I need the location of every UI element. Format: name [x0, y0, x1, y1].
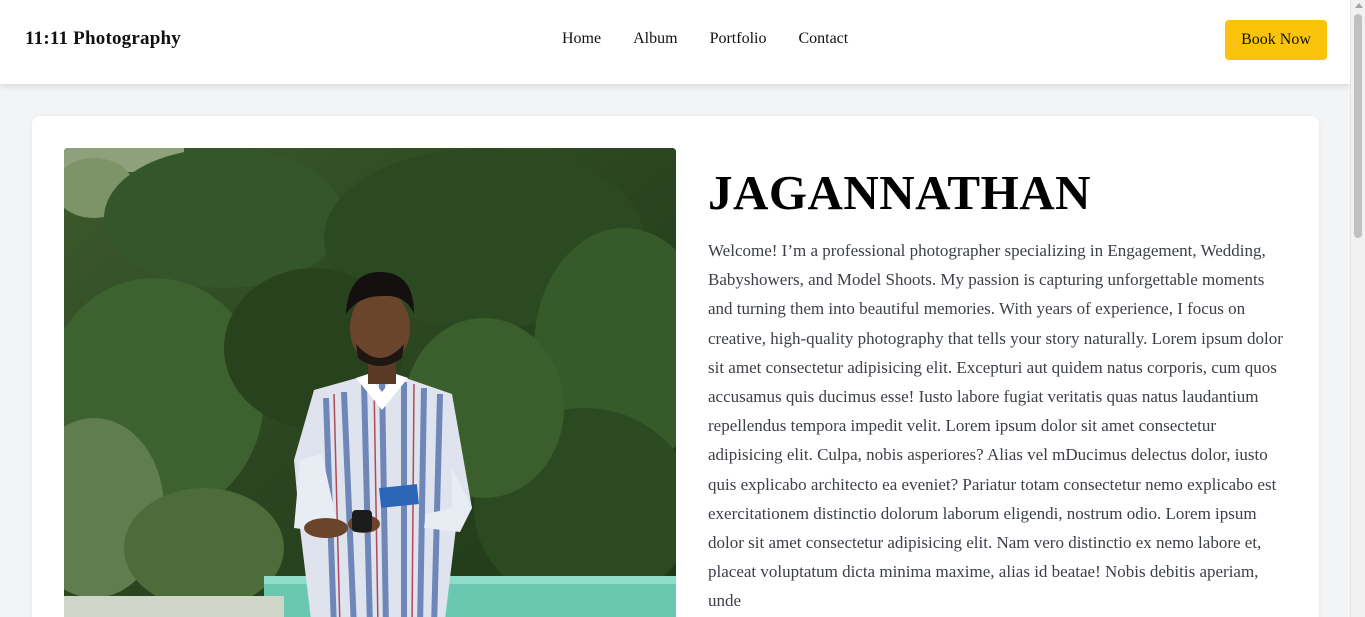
scroll-up-arrow-icon[interactable] — [1355, 3, 1363, 8]
book-now-button[interactable]: Book Now — [1225, 20, 1327, 60]
brand-logo-text[interactable]: 11:11 Photography — [25, 28, 181, 50]
page-scrollbar[interactable] — [1350, 0, 1365, 617]
nav-link-album[interactable]: Album — [633, 30, 677, 48]
profile-bio: Welcome! I’m a professional photographer… — [708, 241, 1283, 611]
nav-link-portfolio[interactable]: Portfolio — [710, 30, 767, 48]
profile-name: JAGANNATHAN — [708, 165, 1091, 220]
site-header: 11:11 Photography Home Album Portfolio C… — [0, 0, 1350, 84]
profile-photo — [64, 148, 676, 617]
profile-card: JAGANNATHAN Welcome! I’m a professional … — [32, 116, 1319, 617]
page-viewport: 11:11 Photography Home Album Portfolio C… — [0, 0, 1350, 617]
main-nav: Home Album Portfolio Contact — [562, 30, 848, 48]
nav-link-home[interactable]: Home — [562, 30, 601, 48]
nav-link-contact[interactable]: Contact — [798, 30, 848, 48]
scroll-thumb[interactable] — [1354, 14, 1362, 238]
profile-photo-illustration — [64, 148, 676, 617]
